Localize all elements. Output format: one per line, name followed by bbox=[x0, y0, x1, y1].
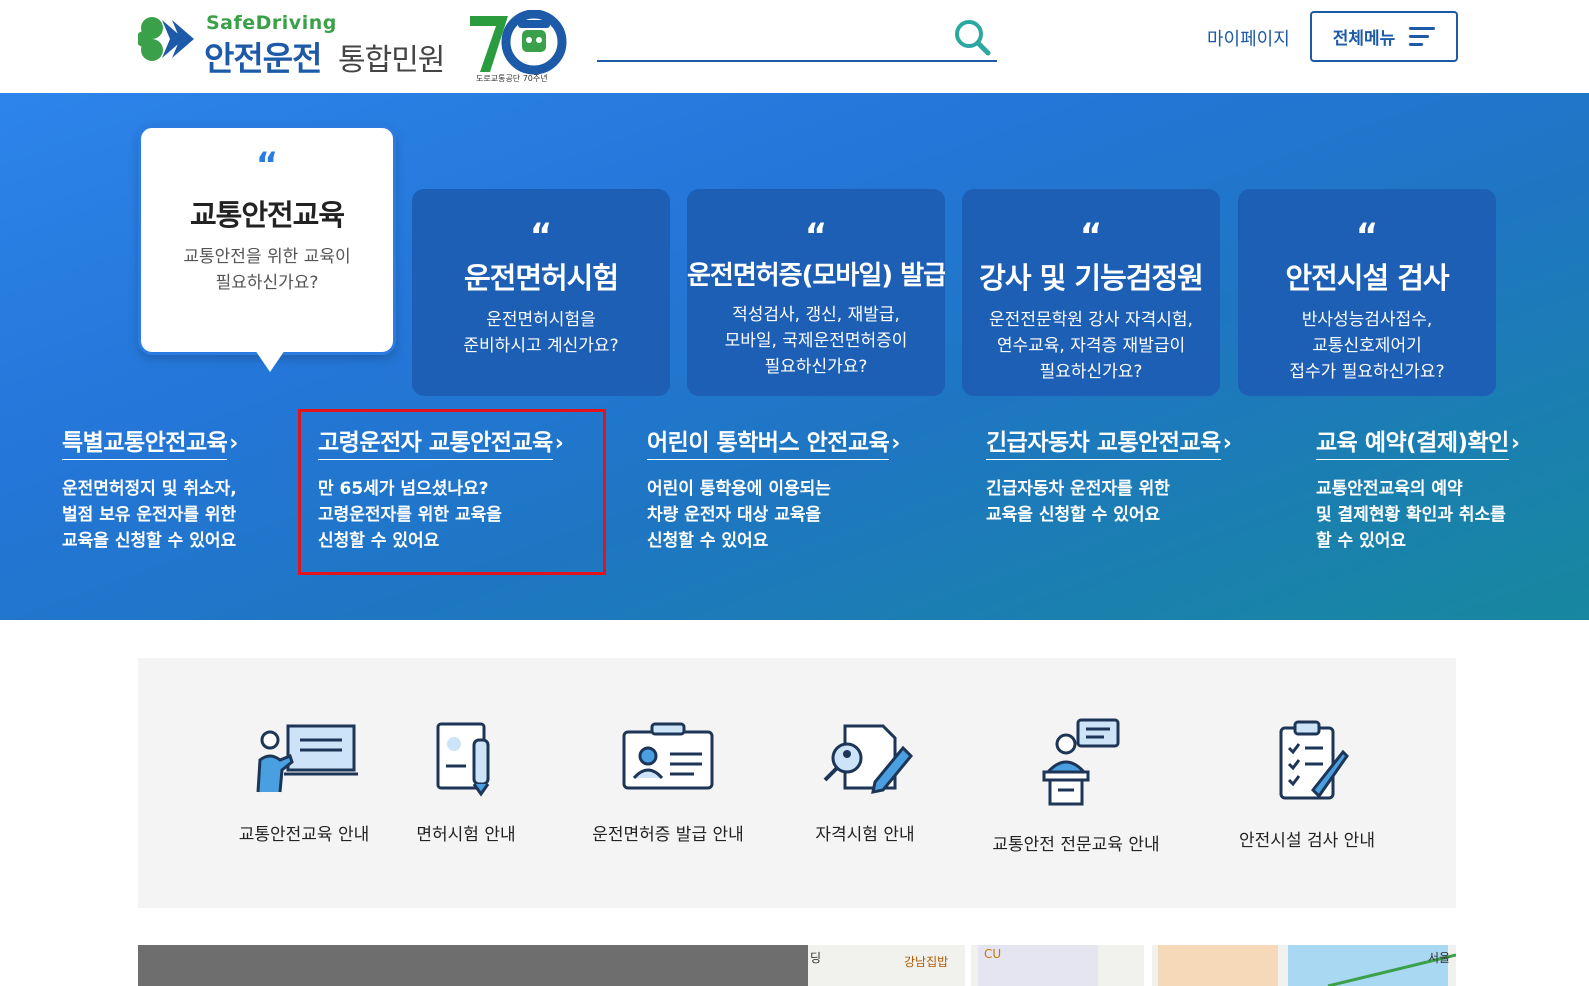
card-license-exam[interactable]: “ 운전면허시험 운전면허시험을 준비하시고 계신가요? bbox=[412, 189, 670, 396]
chevron-right-icon: › bbox=[1510, 431, 1520, 456]
card-title: 강사 및 기능검정원 bbox=[979, 261, 1204, 295]
quick-link-qualification-exam[interactable]: 자격시험 안내 bbox=[760, 718, 970, 868]
card-desc: 교통안전을 위한 교육이 필요하신가요? bbox=[183, 247, 351, 293]
card-safety-facility-inspection[interactable]: “ 안전시설 검사 반사성능검사접수, 교통신호제어기 접수가 필요하신가요? bbox=[1238, 189, 1496, 396]
search-bar bbox=[597, 12, 997, 62]
quick-link-label: 교통안전 전문교육 안내 bbox=[992, 835, 1160, 855]
sub-emergency-vehicle-education[interactable]: 긴급자동차 교통안전교육› 긴급자동차 운전자를 위한 교육을 신청할 수 있어… bbox=[986, 423, 1232, 528]
map-label: CU bbox=[984, 947, 1002, 961]
card-title: 운전면허증(모바일) 발급 bbox=[687, 261, 945, 291]
mypage-link[interactable]: 마이페이지 bbox=[1207, 25, 1290, 51]
quick-links-panel: 교통안전교육 안내 면허시험 안내 운전면허증 발급 안내 자격시험 안내 교통… bbox=[138, 658, 1456, 908]
quick-link-label: 자격시험 안내 bbox=[815, 825, 915, 845]
card-desc: 반사성능검사접수, 교통신호제어기 접수가 필요하신가요? bbox=[1289, 310, 1445, 382]
quick-link-label: 안전시설 검사 안내 bbox=[1239, 831, 1375, 851]
id-card-icon bbox=[622, 722, 714, 790]
quick-link-license-issuance[interactable]: 운전면허증 발급 안내 bbox=[563, 718, 773, 868]
sub-special-education[interactable]: 특별교통안전교육› 운전면허정지 및 취소자, 벌점 보유 운전자를 위한 교육… bbox=[62, 423, 238, 554]
card-desc: 적성검사, 갱신, 재발급, 모바일, 국제운전면허증이 필요하신가요? bbox=[724, 305, 908, 377]
card-traffic-safety-education[interactable]: “ 교통안전교육 교통안전을 위한 교육이 필요하신가요? bbox=[138, 125, 396, 355]
highlight-box bbox=[298, 409, 606, 575]
quote-icon: “ bbox=[1079, 216, 1103, 256]
chevron-right-icon: › bbox=[891, 431, 901, 456]
speech-tail bbox=[255, 350, 285, 372]
quote-icon: “ bbox=[255, 145, 279, 185]
sub-desc: 운전면허정지 및 취소자, 벌점 보유 운전자를 위한 교육을 신청할 수 있어… bbox=[62, 479, 237, 551]
quote-icon: “ bbox=[804, 216, 828, 256]
hamburger-icon bbox=[1409, 26, 1436, 47]
quick-link-label: 운전면허증 발급 안내 bbox=[592, 825, 744, 845]
map-label: 서울 bbox=[1428, 951, 1451, 965]
anniversary-70-icon bbox=[470, 10, 567, 75]
card-desc: 운전면허시험을 준비하시고 계신가요? bbox=[463, 310, 619, 356]
quick-link-facility-inspection[interactable]: 안전시설 검사 안내 bbox=[1202, 718, 1412, 868]
sub-title[interactable]: 교육 예약(결제)확인 bbox=[1316, 423, 1509, 460]
logo-sub-text: 통합민원 bbox=[338, 43, 445, 78]
checklist-clipboard-icon bbox=[1279, 720, 1349, 800]
search-document-icon bbox=[823, 724, 914, 794]
quick-link-label: 면허시험 안내 bbox=[416, 825, 516, 845]
quick-link-professional-education[interactable]: 교통안전 전문교육 안내 bbox=[971, 718, 1181, 868]
map-label: 강남집밥 bbox=[904, 955, 949, 969]
document-pen-icon bbox=[436, 722, 490, 797]
sub-title[interactable]: 긴급자동차 교통안전교육 bbox=[986, 423, 1221, 460]
quote-icon: “ bbox=[1355, 216, 1379, 256]
sub-desc: 긴급자동차 운전자를 위한 교육을 신청할 수 있어요 bbox=[986, 479, 1170, 525]
logo-english: SafeDriving bbox=[206, 12, 337, 34]
chevron-right-icon: › bbox=[1222, 431, 1232, 456]
sub-reservation-check[interactable]: 교육 예약(결제)확인› 교통안전교육의 예약 및 결제현황 확인과 취소를 할… bbox=[1316, 423, 1520, 554]
bottom-banner bbox=[138, 945, 808, 986]
sub-title[interactable]: 어린이 통학버스 안전교육 bbox=[647, 423, 890, 460]
quick-link-license-exam[interactable]: 면허시험 안내 bbox=[361, 718, 571, 868]
search-input[interactable] bbox=[597, 20, 937, 54]
sub-title[interactable]: 특별교통안전교육 bbox=[62, 423, 228, 460]
lecturer-podium-icon bbox=[1042, 718, 1120, 806]
search-icon[interactable] bbox=[951, 16, 993, 58]
sub-school-bus-education[interactable]: 어린이 통학버스 안전교육› 어린이 통학용에 이용되는 차량 운전자 대상 교… bbox=[647, 423, 900, 554]
chevron-right-icon: › bbox=[229, 431, 239, 456]
teacher-board-icon bbox=[256, 724, 358, 793]
anniversary-caption: 도로교통공단 70주년 bbox=[476, 74, 548, 83]
sub-desc: 어린이 통학용에 이용되는 차량 운전자 대상 교육을 신청할 수 있어요 bbox=[647, 479, 831, 551]
logo-main-text: 안전운전 bbox=[204, 39, 322, 78]
map-label: 딩 bbox=[810, 951, 822, 965]
hero-section: “ 교통안전교육 교통안전을 위한 교육이 필요하신가요? “ 운전면허시험 운… bbox=[0, 93, 1589, 620]
card-instructor-examiner[interactable]: “ 강사 및 기능검정원 운전전문학원 강사 자격시험, 연수교육, 자격증 재… bbox=[962, 189, 1220, 396]
card-title: 운전면허시험 bbox=[463, 261, 619, 295]
sub-desc: 교통안전교육의 예약 및 결제현황 확인과 취소를 할 수 있어요 bbox=[1316, 479, 1506, 551]
card-title: 안전시설 검사 bbox=[1285, 261, 1449, 295]
clover-logo-icon bbox=[138, 17, 194, 61]
location-map[interactable]: 딩 강남집밥 CU 서울 bbox=[808, 945, 1456, 986]
card-desc: 운전전문학원 강사 자격시험, 연수교육, 자격증 재발급이 필요하신가요? bbox=[989, 310, 1193, 382]
all-menu-label: 전체메뉴 bbox=[1332, 29, 1396, 49]
all-menu-button[interactable]: 전체메뉴 bbox=[1310, 11, 1458, 62]
site-logo[interactable]: SafeDriving 안전운전 통합민원 도로교통공단 70주년 bbox=[138, 10, 568, 85]
site-header: SafeDriving 안전운전 통합민원 도로교통공단 70주년 마이페이지 … bbox=[0, 0, 1589, 93]
card-title: 교통안전교육 bbox=[189, 198, 345, 232]
quote-icon: “ bbox=[529, 216, 553, 256]
card-license-issuance[interactable]: “ 운전면허증(모바일) 발급 적성검사, 갱신, 재발급, 모바일, 국제운전… bbox=[687, 189, 945, 396]
